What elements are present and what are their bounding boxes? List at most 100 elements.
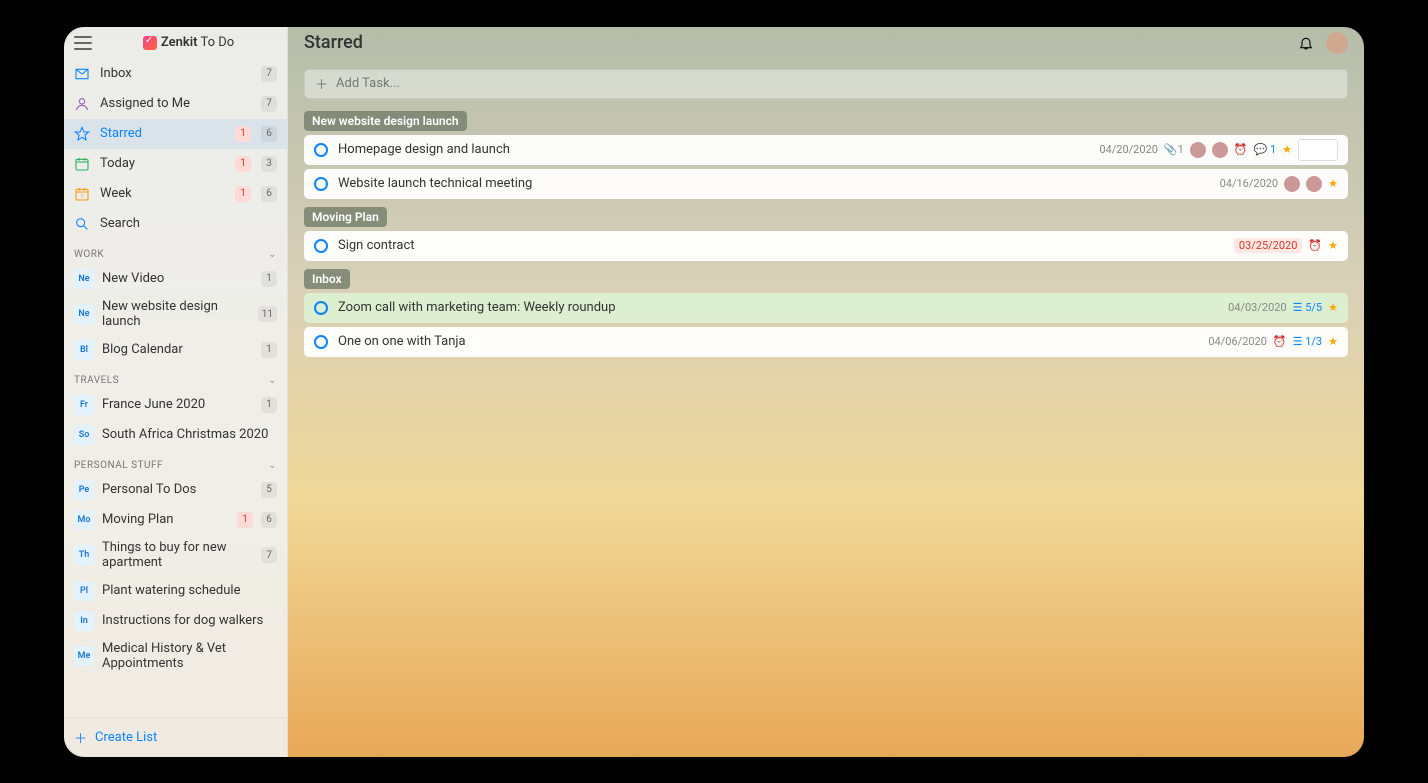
task-date: 04/20/2020 <box>1099 143 1158 156</box>
list-name: South Africa Christmas 2020 <box>102 427 277 443</box>
list-badge-red: 1 <box>237 512 253 528</box>
list-badge: 11 <box>258 306 277 322</box>
search-icon <box>74 216 90 232</box>
task-meta: 04/20/2020📎1⏰💬 1★ <box>1099 139 1338 161</box>
task-meta: 04/16/2020 ★ <box>1220 176 1338 192</box>
list-abbr: Ne <box>74 269 94 289</box>
nav-label: Starred <box>100 126 225 141</box>
section-title: WORK <box>74 249 104 260</box>
task-checkbox[interactable] <box>314 143 328 157</box>
plus-icon: ＋ <box>74 728 87 747</box>
list-abbr: Me <box>74 646 94 666</box>
task-checkbox[interactable] <box>314 239 328 253</box>
task-date: 04/16/2020 <box>1220 177 1279 190</box>
task-checkbox[interactable] <box>314 301 328 315</box>
sidebar-topbar: Zenkit To Do <box>64 27 287 59</box>
list-name: New website design launch <box>102 299 250 330</box>
list-abbr: Ne <box>74 304 94 324</box>
group-header[interactable]: New website design launch <box>304 111 467 131</box>
nav-badge-red: 1 <box>235 186 251 202</box>
nav-item-inbox[interactable]: Inbox 7 <box>64 59 287 89</box>
user-avatar[interactable] <box>1326 32 1348 54</box>
alarm-icon: ⏰ <box>1308 239 1322 252</box>
assignee-avatar <box>1306 176 1322 192</box>
subtask-count: ☰ 1/3 <box>1293 335 1323 348</box>
task-row[interactable]: Sign contract 03/25/2020⏰★ <box>304 231 1348 261</box>
list-badge: 1 <box>261 342 277 358</box>
nav-item-week[interactable]: 7 Week 1 6 <box>64 179 287 209</box>
list-item[interactable]: Me Medical History & Vet Appointments <box>64 636 287 677</box>
list-item[interactable]: So South Africa Christmas 2020 <box>64 420 287 450</box>
bell-icon[interactable] <box>1296 33 1316 53</box>
nav-badge: 3 <box>261 156 277 172</box>
list-item[interactable]: Bl Blog Calendar 1 <box>64 335 287 365</box>
create-list-label: Create List <box>95 730 157 745</box>
create-list-button[interactable]: ＋ Create List <box>64 717 287 757</box>
star-icon: ★ <box>1328 177 1338 190</box>
nav-list: Inbox 7 Assigned to Me 7 Starred 1 6 Tod… <box>64 59 287 239</box>
list-abbr: Pe <box>74 480 94 500</box>
task-row[interactable]: Zoom call with marketing team: Weekly ro… <box>304 293 1348 323</box>
nav-item-starred[interactable]: Starred 1 6 <box>64 119 287 149</box>
nav-item-assigned-to-me[interactable]: Assigned to Me 7 <box>64 89 287 119</box>
brand: Zenkit To Do <box>100 35 277 50</box>
list-item[interactable]: Ne New Video 1 <box>64 264 287 294</box>
nav-item-search[interactable]: Search <box>64 209 287 239</box>
hamburger-icon[interactable] <box>74 36 92 50</box>
section-header[interactable]: PERSONAL STUFF⌄ <box>64 450 287 475</box>
section-title: PERSONAL STUFF <box>74 460 163 471</box>
task-title: Homepage design and launch <box>338 142 1089 157</box>
assignee-avatar <box>1212 142 1228 158</box>
brand-name: Zenkit <box>161 35 198 50</box>
star-icon: ★ <box>1328 335 1338 348</box>
task-checkbox[interactable] <box>314 335 328 349</box>
task-thumbnail <box>1298 139 1338 161</box>
list-item[interactable]: Fr France June 2020 1 <box>64 390 287 420</box>
brand-sub: To Do <box>200 35 234 50</box>
star-icon: ★ <box>1328 301 1338 314</box>
nav-item-today[interactable]: Today 1 3 <box>64 149 287 179</box>
assignee-avatar <box>1284 176 1300 192</box>
nav-badge: 6 <box>261 186 277 202</box>
nav-label: Assigned to Me <box>100 96 251 111</box>
group-header[interactable]: Moving Plan <box>304 207 387 227</box>
nav-badge-red: 1 <box>235 156 251 172</box>
list-item[interactable]: Pe Personal To Dos 5 <box>64 475 287 505</box>
add-task-input[interactable]: ＋ Add Task... <box>304 69 1348 99</box>
nav-badge: 7 <box>261 96 277 112</box>
list-item[interactable]: Mo Moving Plan 1 6 <box>64 505 287 535</box>
list-item[interactable]: Ne New website design launch 11 <box>64 294 287 335</box>
list-name: Moving Plan <box>102 512 229 528</box>
user-icon <box>74 96 90 112</box>
assignee-avatar <box>1190 142 1206 158</box>
chevron-down-icon: ⌄ <box>268 375 277 386</box>
list-item[interactable]: Pl Plant watering schedule <box>64 576 287 606</box>
task-checkbox[interactable] <box>314 177 328 191</box>
list-item[interactable]: Th Things to buy for new apartment 7 <box>64 535 287 576</box>
list-abbr: So <box>74 425 94 445</box>
task-row[interactable]: One on one with Tanja 04/06/2020 ⏰ ☰ 1/3 ★ <box>304 327 1348 357</box>
nav-badge-red: 1 <box>235 126 251 142</box>
list-badge: 7 <box>261 547 277 563</box>
alarm-icon: ⏰ <box>1273 335 1287 348</box>
section-title: TRAVELS <box>74 375 119 386</box>
section-header[interactable]: TRAVELS ⌄ <box>64 365 287 390</box>
list-badge: 5 <box>261 482 277 498</box>
star-icon: ★ <box>1282 143 1292 156</box>
task-meta: 04/06/2020 ⏰ ☰ 1/3 ★ <box>1208 335 1338 348</box>
task-date: 04/06/2020 <box>1208 335 1267 348</box>
section-header[interactable]: WORK⌄ <box>64 239 287 264</box>
task-row[interactable]: Homepage design and launch 04/20/2020📎1⏰… <box>304 135 1348 165</box>
list-badge: 1 <box>261 397 277 413</box>
add-task-placeholder: Add Task... <box>336 76 400 91</box>
list-name: Things to buy for new apartment <box>102 540 253 571</box>
list-abbr: Pl <box>74 581 94 601</box>
task-title: Website launch technical meeting <box>338 176 1210 191</box>
task-row[interactable]: Website launch technical meeting 04/16/2… <box>304 169 1348 199</box>
nav-badge: 6 <box>261 126 277 142</box>
group-header[interactable]: Inbox <box>304 269 350 289</box>
task-title: One on one with Tanja <box>338 334 1198 349</box>
list-item[interactable]: In Instructions for dog walkers <box>64 606 287 636</box>
main: Starred ＋ Add Task... New website design… <box>288 27 1364 757</box>
attachment-icon: 📎1 <box>1164 143 1184 156</box>
